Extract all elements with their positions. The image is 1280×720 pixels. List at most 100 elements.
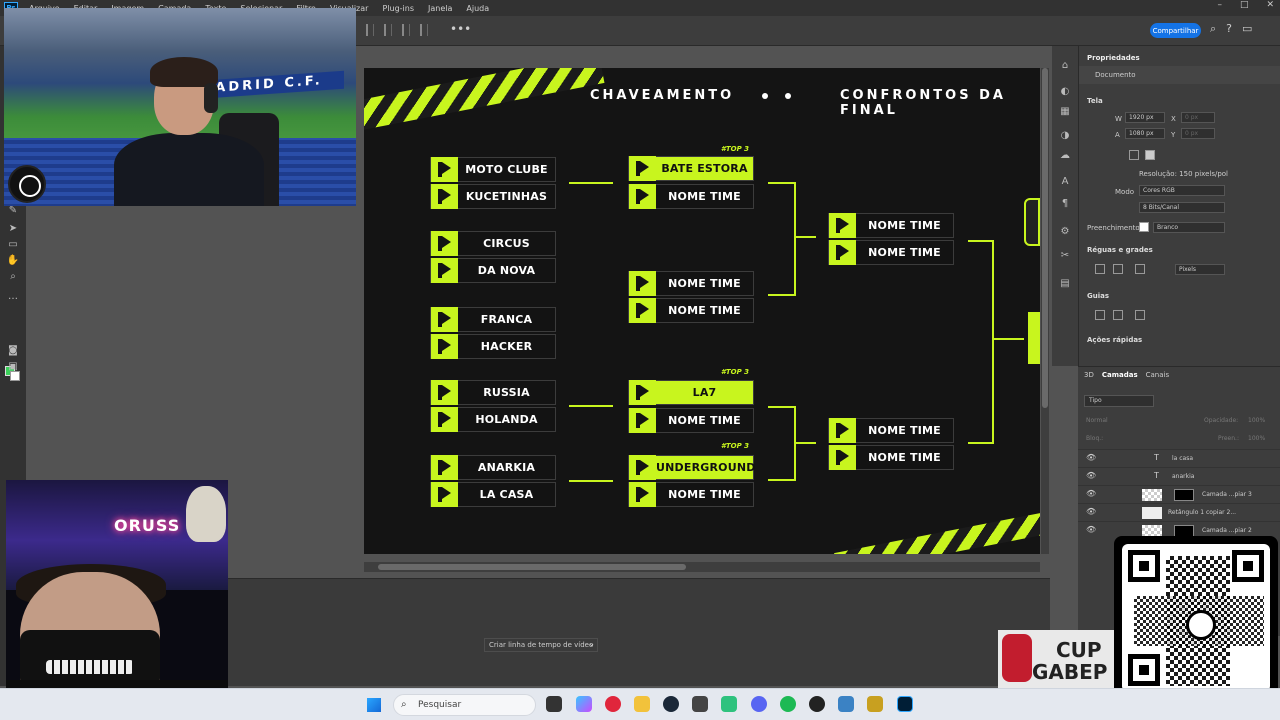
rulers-icon[interactable] xyxy=(1095,264,1105,274)
menu-plugins[interactable]: Plug-ins xyxy=(375,4,421,13)
task-view-icon[interactable] xyxy=(546,696,562,712)
character-icon[interactable]: A xyxy=(1059,176,1071,188)
align-right-icon[interactable] xyxy=(402,24,410,36)
quick-mask-icon[interactable]: ◙ xyxy=(6,344,20,358)
menu-janela[interactable]: Janela xyxy=(421,4,459,13)
swatches-icon[interactable]: ▦ xyxy=(1059,106,1071,118)
chevron-down-icon[interactable]: ⌄ xyxy=(588,639,595,648)
eye-icon[interactable]: 👁 xyxy=(1086,453,1096,462)
guide-layout-icon[interactable] xyxy=(1113,310,1123,320)
team-slot[interactable]: LA7 xyxy=(628,380,754,405)
layer-row[interactable]: 👁 Retângulo 1 copiar 2... xyxy=(1078,503,1280,521)
app-icon[interactable] xyxy=(838,696,854,712)
eye-icon[interactable]: 👁 xyxy=(1086,525,1096,534)
align-center-icon[interactable] xyxy=(384,24,392,36)
team-slot[interactable]: CIRCUS xyxy=(430,231,556,256)
app-icon[interactable] xyxy=(721,696,737,712)
guides-icon[interactable] xyxy=(1095,310,1105,320)
team-slot[interactable]: NOME TIME xyxy=(628,482,754,507)
pixel-grid-icon[interactable] xyxy=(1135,264,1145,274)
mode-select[interactable]: Cores RGB xyxy=(1139,185,1225,196)
team-slot[interactable]: MOTO CLUBE xyxy=(430,157,556,182)
share-button[interactable]: Compartilhar xyxy=(1150,23,1201,38)
help-icon[interactable]: ? xyxy=(1226,22,1232,36)
blend-mode-select[interactable]: Normal xyxy=(1086,417,1108,424)
fill-select[interactable]: Branco xyxy=(1153,222,1225,233)
team-slot[interactable]: NOME TIME xyxy=(828,445,954,470)
rectangle-tool-icon[interactable]: ▭ xyxy=(6,238,20,252)
vertical-scrollbar[interactable] xyxy=(1041,68,1049,554)
depth-select[interactable]: 8 Bits/Canal xyxy=(1139,202,1225,213)
team-slot[interactable]: NOME TIME xyxy=(828,240,954,265)
taskbar-search[interactable]: ⌕ Pesquisar xyxy=(393,694,536,716)
opera-icon[interactable] xyxy=(605,696,621,712)
close-button[interactable]: ✕ xyxy=(1266,0,1274,10)
discord-icon[interactable] xyxy=(751,696,767,712)
align-left-icon[interactable] xyxy=(366,24,374,36)
distribute-icon[interactable] xyxy=(420,24,428,36)
photoshop-taskbar-icon[interactable] xyxy=(897,696,913,712)
history-icon[interactable]: ⌂ xyxy=(1059,60,1071,72)
screen-mode-icon[interactable]: ▣ xyxy=(6,360,20,374)
section-guides[interactable]: Guias xyxy=(1087,292,1109,300)
start-button-icon[interactable] xyxy=(367,698,381,712)
file-explorer-icon[interactable] xyxy=(634,696,650,712)
libraries-icon[interactable]: ☁ xyxy=(1059,150,1071,162)
team-slot[interactable]: HOLANDA xyxy=(430,407,556,432)
eye-icon[interactable]: 👁 xyxy=(1086,471,1096,480)
app-icon[interactable] xyxy=(692,696,708,712)
adjustments-icon[interactable]: ◑ xyxy=(1059,130,1071,142)
eye-icon[interactable]: 👁 xyxy=(1086,489,1096,498)
team-slot[interactable]: UNDERGROUND xyxy=(628,455,755,480)
orientation-landscape-icon[interactable] xyxy=(1145,150,1155,160)
team-slot[interactable]: FRANCA xyxy=(430,307,556,332)
team-slot[interactable]: HACKER xyxy=(430,334,556,359)
section-quick-actions[interactable]: Ações rápidas xyxy=(1087,336,1142,344)
eye-icon[interactable]: 👁 xyxy=(1086,507,1096,516)
steam-icon[interactable] xyxy=(663,696,679,712)
fill-color-swatch[interactable] xyxy=(1139,222,1149,232)
layer-row[interactable]: 👁 T anarkia xyxy=(1078,467,1280,485)
maximize-button[interactable]: □ xyxy=(1240,0,1249,10)
y-field[interactable]: 0 px xyxy=(1181,128,1215,139)
spotify-icon[interactable] xyxy=(780,696,796,712)
zoom-tool-icon[interactable]: ⌕ xyxy=(6,270,20,284)
hand-tool-icon[interactable]: ✋ xyxy=(6,254,20,268)
info-icon[interactable]: ▤ xyxy=(1059,278,1071,290)
color-icon[interactable]: ◐ xyxy=(1059,86,1071,98)
grid-icon[interactable] xyxy=(1113,264,1123,274)
team-slot[interactable]: NOME TIME xyxy=(628,184,754,209)
menu-ajuda[interactable]: Ajuda xyxy=(459,4,496,13)
team-slot[interactable]: NOME TIME xyxy=(828,213,954,238)
layer-row[interactable]: 👁 Camada ...piar 3 xyxy=(1078,485,1280,503)
opacity-value[interactable]: 100% xyxy=(1248,417,1265,424)
more-tools-icon[interactable]: … xyxy=(6,290,20,304)
document-canvas[interactable]: CHAVEAMENTO CONFRONTOS DA FINAL MOTO CLU… xyxy=(364,68,1040,554)
team-slot[interactable]: ANARKIA xyxy=(430,455,556,480)
vertical-scroll-thumb[interactable] xyxy=(1042,68,1048,408)
orientation-portrait-icon[interactable] xyxy=(1129,150,1139,160)
team-slot[interactable]: KUCETINHAS xyxy=(430,184,556,209)
tab-camadas[interactable]: Camadas xyxy=(1102,371,1138,387)
team-slot[interactable]: RUSSIA xyxy=(430,380,556,405)
minimize-button[interactable]: – xyxy=(1217,0,1222,10)
team-slot[interactable]: NOME TIME xyxy=(828,418,954,443)
layer-row[interactable]: 👁 T la casa xyxy=(1078,449,1280,467)
team-slot[interactable]: LA CASA xyxy=(430,482,556,507)
x-field[interactable]: 0 px xyxy=(1181,112,1215,123)
team-slot[interactable]: BATE ESTORA xyxy=(628,156,754,181)
workspace-icon[interactable]: ▭ xyxy=(1242,22,1252,36)
path-select-tool-icon[interactable]: ➤ xyxy=(6,222,20,236)
paragraph-icon[interactable]: ¶ xyxy=(1059,198,1071,210)
obs-icon[interactable] xyxy=(809,696,825,712)
layer-fill-value[interactable]: 100% xyxy=(1248,435,1265,442)
horizontal-scroll-thumb[interactable] xyxy=(378,564,686,570)
search-icon[interactable]: ⌕ xyxy=(1210,22,1216,36)
create-video-timeline-button[interactable]: Criar linha de tempo de vídeo ⌄ xyxy=(484,638,598,652)
width-field[interactable]: 1920 px xyxy=(1125,112,1165,123)
team-slot[interactable]: NOME TIME xyxy=(628,408,754,433)
units-select[interactable]: Pixels xyxy=(1175,264,1225,275)
tab-canais[interactable]: Canais xyxy=(1146,371,1170,387)
team-slot[interactable]: NOME TIME xyxy=(628,298,754,323)
section-tela[interactable]: Tela xyxy=(1087,97,1103,105)
